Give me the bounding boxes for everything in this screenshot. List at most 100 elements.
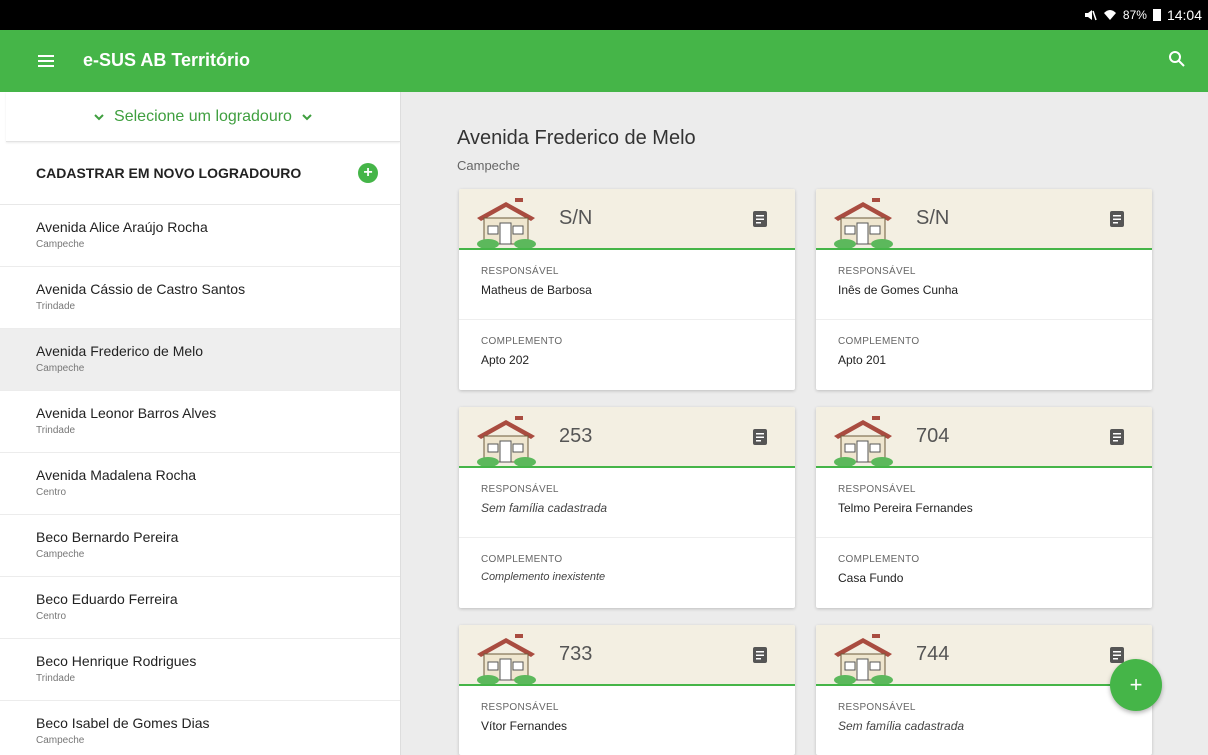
add-residence-button[interactable]: + [1110, 659, 1162, 711]
residence-card[interactable]: S/N RESPONSÁVEL Inês de Gomes Cunha COMPL… [816, 189, 1152, 390]
house-number: S/N [916, 207, 950, 229]
responsible-value: Telmo Pereira Fernandes [838, 501, 973, 515]
sidebar-item-selected[interactable]: Avenida Frederico de Melo Campeche [0, 329, 400, 391]
residence-card[interactable]: S/N RESPONSÁVEL Matheus de Barbosa COMPLE… [459, 189, 795, 390]
street-name: Avenida Cássio de Castro Santos [36, 281, 246, 297]
card-header: S/N [816, 189, 1152, 250]
street-name: Avenida Alice Araújo Rocha [36, 219, 208, 235]
mute-icon [1084, 10, 1097, 21]
card-header: S/N [459, 189, 795, 250]
responsible-value: Sem família cadastrada [481, 501, 608, 515]
field-label: RESPONSÁVEL [481, 266, 559, 277]
sidebar-item[interactable]: Beco Bernardo Pereira Campeche [0, 515, 400, 577]
field-label: COMPLEMENTO [838, 554, 920, 565]
app-title: e-SUS AB Território [83, 50, 251, 70]
add-circle-icon[interactable]: + [358, 163, 378, 183]
sidebar-item[interactable]: Avenida Leonor Barros Alves Trindade [0, 391, 400, 453]
complement-field: COMPLEMENTO Apto 202 [459, 320, 795, 390]
wifi-icon [1103, 10, 1116, 20]
complement-value: Apto 202 [481, 353, 530, 367]
house-number: 744 [916, 643, 950, 665]
responsible-value: Sem família cadastrada [838, 719, 965, 733]
new-street-button[interactable]: CADASTRAR EM NOVO LOGRADOURO + [0, 142, 400, 205]
neighborhood: Centro [36, 487, 67, 498]
house-icon [834, 634, 893, 684]
card-header: 733 [459, 625, 795, 686]
residence-card[interactable]: 704 RESPONSÁVEL Telmo Pereira Fernandes C… [816, 407, 1152, 608]
house-icon [477, 634, 536, 684]
sidebar-item[interactable]: Avenida Alice Araújo Rocha Campeche [0, 205, 400, 267]
street-selector[interactable]: Selecione um logradouro [6, 92, 400, 142]
house-number: 253 [559, 425, 593, 447]
residence-card[interactable]: 253 RESPONSÁVEL Sem família cadastrada CO… [459, 407, 795, 608]
complement-field: COMPLEMENTO Complemento inexistente [459, 538, 795, 608]
responsible-field: RESPONSÁVEL Inês de Gomes Cunha [816, 250, 1152, 320]
field-label: COMPLEMENTO [838, 336, 920, 347]
house-icon [477, 416, 536, 466]
house-icon [834, 198, 893, 248]
chevron-down-icon [302, 113, 312, 120]
street-sidebar: Selecione um logradouro CADASTRAR EM NOV… [0, 92, 401, 755]
street-name: Avenida Leonor Barros Alves [36, 405, 217, 421]
field-label: COMPLEMENTO [481, 336, 563, 347]
clock: 14:04 [1166, 7, 1202, 23]
field-label: RESPONSÁVEL [838, 266, 916, 277]
neighborhood: Campeche [36, 363, 85, 374]
sidebar-item[interactable]: Avenida Cássio de Castro Santos Trindade [0, 267, 400, 329]
status-bar: 87% 14:04 [0, 0, 1208, 30]
document-icon[interactable] [1110, 429, 1124, 445]
sidebar-item[interactable]: Avenida Madalena Rocha Centro [0, 453, 400, 515]
chevron-down-icon [94, 113, 104, 120]
new-street-label: CADASTRAR EM NOVO LOGRADOURO [36, 165, 302, 181]
responsible-value: Matheus de Barbosa [481, 283, 592, 297]
neighborhood: Centro [36, 611, 67, 622]
neighborhood: Campeche [36, 549, 85, 560]
residence-card[interactable]: 744 RESPONSÁVEL Sem família cadastrada [816, 625, 1152, 755]
street-selector-label: Selecione um logradouro [114, 107, 292, 125]
complement-value: Complemento inexistente [481, 571, 606, 583]
page-title: Avenida Frederico de Melo [457, 127, 696, 149]
complement-field: COMPLEMENTO Casa Fundo [816, 538, 1152, 608]
battery-percent: 87% [1122, 8, 1147, 22]
card-header: 253 [459, 407, 795, 468]
neighborhood: Campeche [36, 239, 85, 250]
complement-value: Casa Fundo [838, 571, 904, 585]
responsible-field: RESPONSÁVEL Sem família cadastrada [459, 468, 795, 538]
neighborhood: Trindade [36, 425, 76, 436]
field-label: RESPONSÁVEL [481, 702, 559, 713]
search-icon[interactable] [1168, 50, 1186, 68]
field-label: RESPONSÁVEL [838, 484, 916, 495]
street-name: Avenida Frederico de Melo [36, 343, 204, 359]
battery-icon [1152, 9, 1161, 21]
sidebar-item[interactable]: Beco Henrique Rodrigues Trindade [0, 639, 400, 701]
house-icon [834, 416, 893, 466]
street-name: Avenida Madalena Rocha [36, 467, 197, 483]
street-name: Beco Bernardo Pereira [36, 529, 179, 545]
neighborhood: Trindade [36, 673, 76, 684]
field-label: RESPONSÁVEL [481, 484, 559, 495]
app-bar: e-SUS AB Território [0, 30, 1208, 92]
responsible-field: RESPONSÁVEL Telmo Pereira Fernandes [816, 468, 1152, 538]
card-header: 704 [816, 407, 1152, 468]
document-icon[interactable] [753, 647, 767, 663]
document-icon[interactable] [1110, 647, 1124, 663]
responsible-field: RESPONSÁVEL Vítor Fernandes [459, 686, 795, 755]
house-number: S/N [559, 207, 593, 229]
document-icon[interactable] [753, 211, 767, 227]
complement-field: COMPLEMENTO Apto 201 [816, 320, 1152, 390]
house-icon [477, 198, 536, 248]
card-header: 744 [816, 625, 1152, 686]
responsible-value: Inês de Gomes Cunha [838, 283, 959, 297]
complement-value: Apto 201 [838, 353, 887, 367]
field-label: RESPONSÁVEL [838, 702, 916, 713]
responsible-field: RESPONSÁVEL Sem família cadastrada [816, 686, 1152, 755]
document-icon[interactable] [753, 429, 767, 445]
document-icon[interactable] [1110, 211, 1124, 227]
residence-card[interactable]: 733 RESPONSÁVEL Vítor Fernandes [459, 625, 795, 755]
page-subtitle: Campeche [457, 158, 520, 173]
menu-icon[interactable] [38, 55, 54, 67]
responsible-field: RESPONSÁVEL Matheus de Barbosa [459, 250, 795, 320]
sidebar-item[interactable]: Beco Isabel de Gomes Dias Campeche [0, 701, 400, 755]
neighborhood: Trindade [36, 301, 76, 312]
sidebar-item[interactable]: Beco Eduardo Ferreira Centro [0, 577, 400, 639]
